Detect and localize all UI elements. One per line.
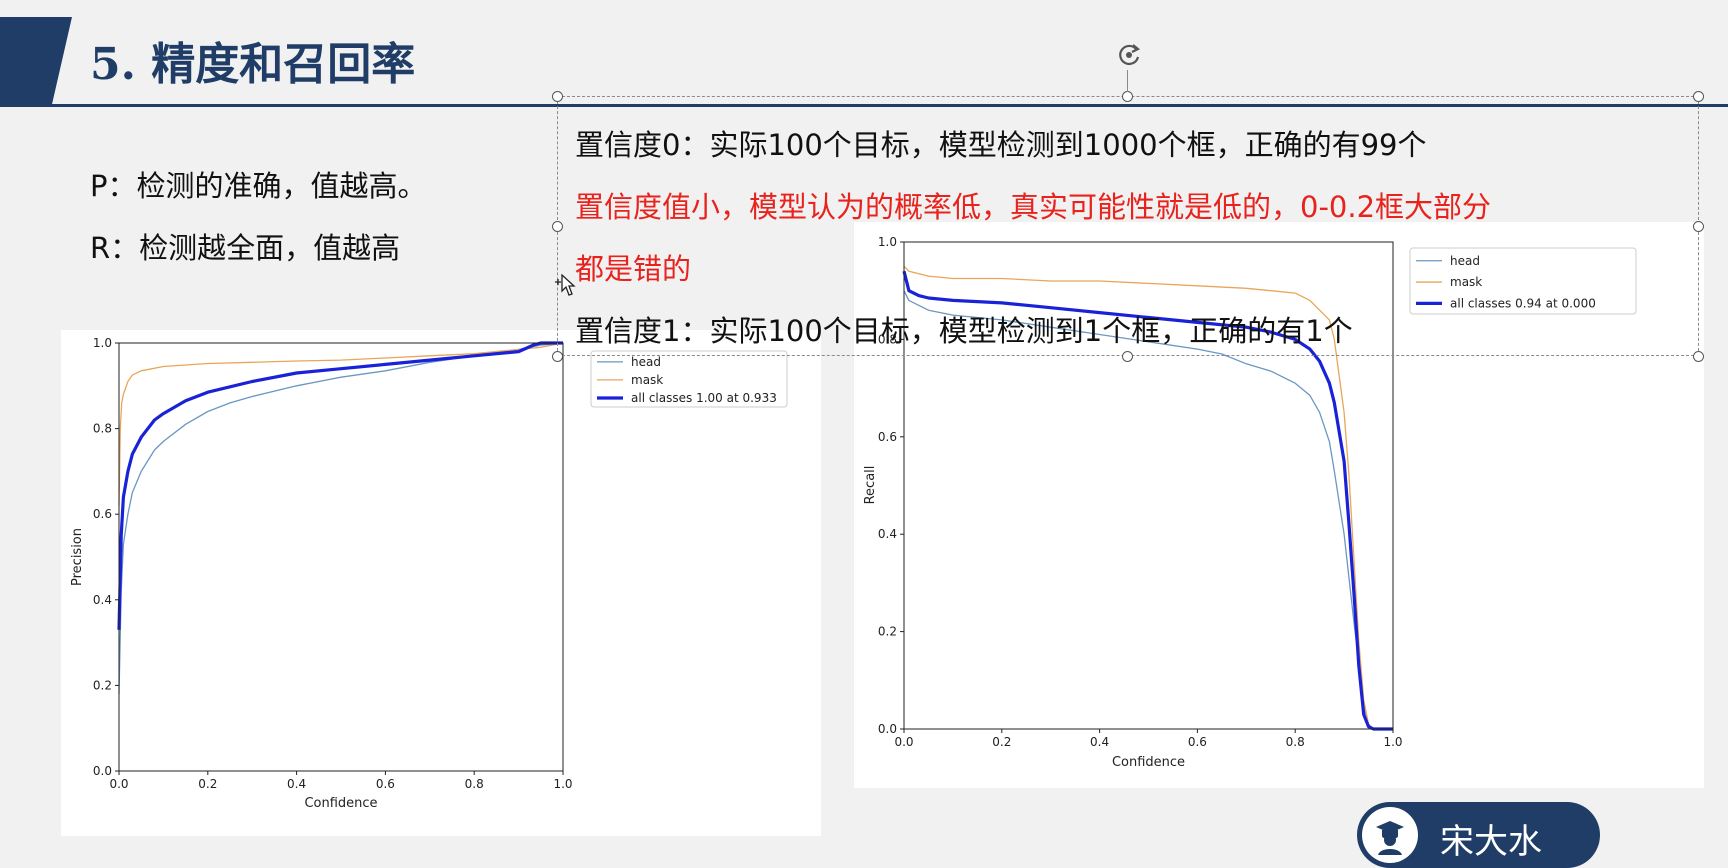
resize-handle-right[interactable] <box>1693 221 1704 232</box>
x-axis-label: Confidence <box>1112 755 1185 770</box>
resize-handle-top-right[interactable] <box>1693 91 1704 102</box>
precision-confidence-chart: 0.0 0.2 0.4 0.6 0.8 1.0 0.0 0.2 0.4 0.6 0.8 1.0 Conf… <box>70 336 788 811</box>
x-tick-label: 0.8 <box>465 777 484 791</box>
plot-frame <box>118 342 564 772</box>
recall-chart-panel: 0.0 0.2 0.4 0.6 0.8 1.0 0.0 0.2 0.4 0.6 0.8 1.0 Conf… <box>854 222 1704 788</box>
author-name: 宋大水 <box>1440 822 1542 862</box>
y-tick-label: 0.0 <box>878 722 897 736</box>
resize-handle-top[interactable] <box>1122 91 1133 102</box>
x-tick-label: 0.2 <box>198 777 217 791</box>
resize-handle-bottom-left[interactable] <box>552 351 563 362</box>
recall-definition: R：检测越全面，值越高 <box>90 231 401 265</box>
y-tick-label: 0.0 <box>93 764 112 778</box>
textbox-line-low-confidence-note[interactable]: 置信度值小，模型认为的概率低，真实可能性就是低的，0-0.2框大部分 <box>575 184 1491 226</box>
resize-handle-bottom[interactable] <box>1122 351 1133 362</box>
y-tick-label: 1.0 <box>93 336 112 350</box>
y-tick-label: 0.6 <box>93 507 112 521</box>
resize-handle-bottom-right[interactable] <box>1693 351 1704 362</box>
series-line-head <box>118 342 564 695</box>
legend-entry-mask: mask <box>1450 275 1482 289</box>
rotate-handle-stem <box>1127 70 1128 92</box>
slide-title: 5. 精度和召回率 <box>90 39 416 90</box>
y-tick-label: 0.2 <box>93 678 112 692</box>
legend-entry-all: all classes 1.00 at 0.933 <box>631 391 777 405</box>
x-tick-label: 0.4 <box>1090 735 1109 749</box>
legend-entry-mask: mask <box>631 373 663 387</box>
y-tick-label: 0.6 <box>878 430 897 444</box>
x-tick-label: 0.0 <box>109 777 128 791</box>
textbox-line-confidence-1[interactable]: 置信度1：实际100个目标，模型检测到1个框，正确的有1个 <box>575 308 1353 350</box>
y-axis-label: Recall <box>863 466 878 505</box>
textbox-line-low-confidence-note-cont[interactable]: 都是错的 <box>575 246 691 288</box>
graduate-avatar-icon <box>1362 807 1418 863</box>
x-tick-label: 1.0 <box>553 777 572 791</box>
rotate-handle-icon[interactable] <box>1114 40 1144 70</box>
resize-handle-left[interactable] <box>552 221 563 232</box>
x-tick-label: 1.0 <box>1383 735 1402 749</box>
x-tick-label: 0.6 <box>1188 735 1207 749</box>
precision-chart-panel: 0.0 0.2 0.4 0.6 0.8 1.0 0.0 0.2 0.4 0.6 0.8 1.0 Conf… <box>61 330 821 836</box>
series-line-all <box>117 341 563 630</box>
header-divider <box>0 104 1728 107</box>
precision-definition: P：检测的准确，值越高。 <box>90 169 427 203</box>
series-line-head <box>903 290 1393 730</box>
textbox-line-confidence-0[interactable]: 置信度0：实际100个目标，模型检测到1000个框，正确的有99个 <box>575 122 1427 164</box>
legend-entry-head: head <box>1450 254 1480 268</box>
y-tick-label: 0.4 <box>93 593 112 607</box>
move-cursor-icon <box>555 274 576 296</box>
recall-confidence-chart: 0.0 0.2 0.4 0.6 0.8 1.00.00.20.40.60.81.0Conf… <box>863 235 1637 770</box>
x-tick-label: 0.2 <box>992 735 1011 749</box>
y-tick-label: 0.8 <box>93 422 112 436</box>
x-tick-label: 0.4 <box>287 777 306 791</box>
resize-handle-top-left[interactable] <box>552 91 563 102</box>
y-axis-label: Precision <box>70 528 85 586</box>
x-tick-label: 0.0 <box>894 735 913 749</box>
y-tick-label: 0.4 <box>878 527 897 541</box>
y-tick-label: 0.2 <box>878 625 897 639</box>
legend-entry-head: head <box>631 355 661 369</box>
y-tick-label: 1.0 <box>878 235 897 249</box>
legend-entry-all: all classes 0.94 at 0.000 <box>1450 296 1596 310</box>
x-tick-label: 0.6 <box>376 777 395 791</box>
x-tick-label: 0.8 <box>1286 735 1305 749</box>
x-axis-label: Confidence <box>304 796 377 811</box>
